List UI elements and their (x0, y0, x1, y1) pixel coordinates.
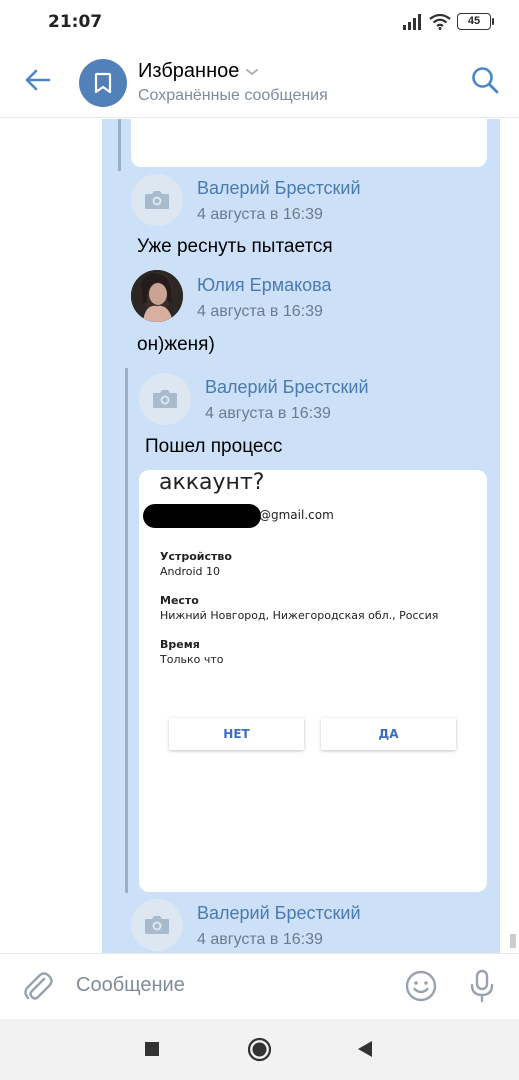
message-composer: Сообщение (0, 953, 519, 1019)
redacted-scribble (143, 504, 261, 528)
back-arrow-icon[interactable] (22, 64, 54, 96)
avatar[interactable] (131, 270, 183, 322)
microphone-icon[interactable] (466, 968, 498, 1004)
camera-icon (153, 390, 177, 408)
message-author[interactable]: Валерий Брестский (197, 903, 361, 924)
status-bar: 21:07 45 (0, 0, 519, 44)
emoji-icon[interactable] (404, 969, 438, 1003)
wifi-icon (429, 13, 451, 30)
recents-button[interactable] (145, 1042, 159, 1056)
message-text: Уже реснуть пытается (137, 236, 333, 257)
chat-header: Избранное Сохранённые сообщения (0, 44, 519, 118)
bookmark-icon (94, 72, 112, 94)
message-date: 4 августа в 16:39 (197, 931, 323, 948)
time-value: Только что (160, 653, 224, 666)
screenshot-heading: аккаунт? (159, 470, 265, 495)
favorites-avatar[interactable] (79, 59, 127, 107)
message-date: 4 августа в 16:39 (197, 206, 323, 223)
status-icons: 45 (403, 13, 494, 30)
avatar[interactable] (131, 174, 183, 226)
nested-forward-line (125, 368, 128, 893)
message-text: он)женя) (137, 334, 215, 355)
app-root: 21:07 45 Избранное Сохранённые сообщения… (0, 0, 519, 1080)
chevron-down-icon (246, 68, 259, 75)
search-icon[interactable] (469, 64, 501, 96)
device-value: Android 10 (160, 565, 221, 578)
device-label: Устройство (160, 550, 232, 563)
message-author[interactable]: Валерий Брестский (197, 178, 361, 199)
home-button[interactable] (247, 1037, 272, 1062)
avatar[interactable] (131, 899, 183, 951)
camera-icon (145, 916, 169, 934)
profile-photo (131, 270, 183, 322)
back-button[interactable] (357, 1040, 373, 1058)
signal-icon (403, 13, 421, 30)
forward-line (118, 119, 121, 171)
place-value: Нижний Новгород, Нижегородская обл., Рос… (160, 609, 439, 622)
chat-subtitle: Сохранённые сообщения (138, 87, 328, 104)
message-input[interactable]: Сообщение (76, 974, 185, 997)
chat-title-text: Избранное (138, 60, 240, 82)
message-date: 4 августа в 16:39 (205, 405, 331, 422)
scrollbar[interactable] (510, 934, 516, 948)
message-date: 4 августа в 16:39 (197, 303, 323, 320)
message-list[interactable]: Валерий Брестский 4 августа в 16:39 Уже … (0, 119, 519, 953)
chat-title[interactable]: Избранное (138, 60, 259, 83)
status-time: 21:07 (48, 12, 103, 32)
message-author[interactable]: Валерий Брестский (205, 377, 369, 398)
time-label: Время (160, 638, 200, 651)
message-text: Пошел процесс (145, 436, 283, 457)
message-author[interactable]: Юлия Ермакова (197, 275, 332, 296)
paperclip-icon[interactable] (22, 970, 54, 1004)
battery-icon: 45 (457, 13, 494, 30)
screenshot-no-button: НЕТ (169, 718, 304, 750)
screenshot-email: @gmail.com (259, 508, 334, 522)
screenshot-yes-button: ДА (321, 718, 456, 750)
previous-attachment-card[interactable] (131, 119, 487, 167)
camera-icon (145, 191, 169, 209)
system-navigation-bar (0, 1019, 519, 1080)
avatar[interactable] (139, 373, 191, 425)
place-label: Место (160, 594, 199, 607)
screenshot-attachment[interactable]: аккаунт? @gmail.com Устройство Android 1… (139, 470, 487, 892)
